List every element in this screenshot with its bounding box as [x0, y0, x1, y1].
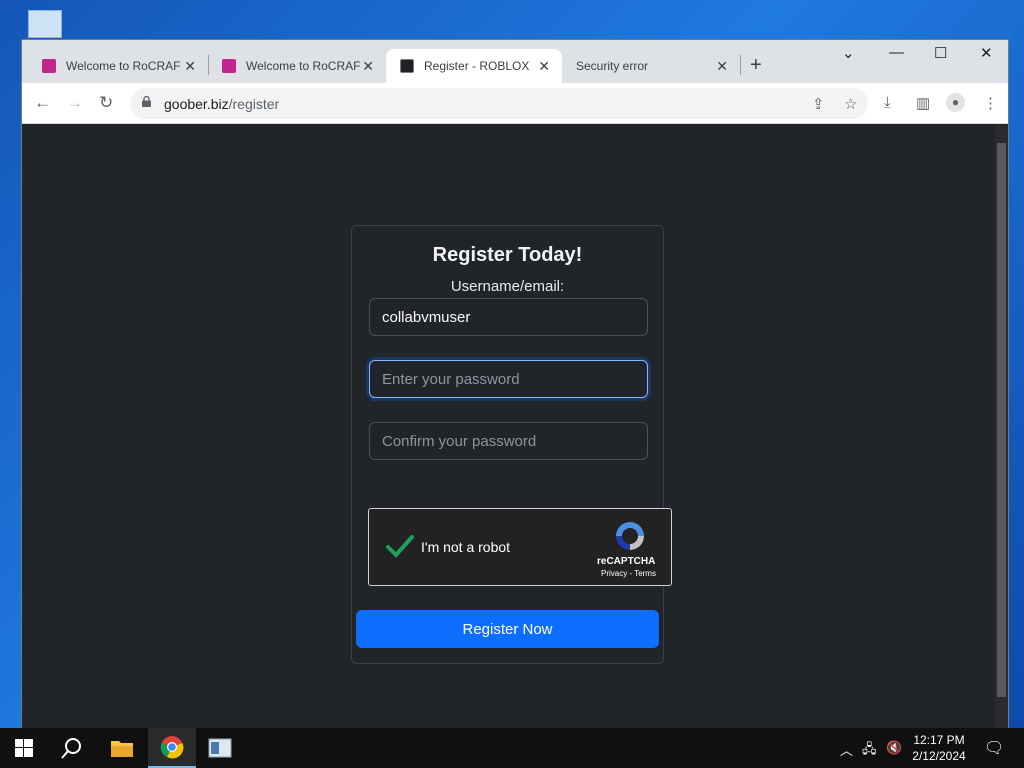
menu-kebab-icon[interactable]: ⋮: [983, 94, 998, 112]
new-tab-button[interactable]: +: [750, 54, 762, 77]
recaptcha-logo-icon: [616, 522, 644, 550]
system-clock[interactable]: 12:17 PM 2/12/2024: [906, 732, 972, 764]
close-tab-icon[interactable]: ✕: [362, 58, 374, 75]
username-label: Username/email:: [450, 278, 565, 295]
search-icon: [61, 738, 81, 759]
clock-date: 2/12/2024: [912, 749, 966, 763]
confirm-password-input[interactable]: [369, 422, 648, 460]
tab-search-chevron-icon[interactable]: ⌄: [842, 44, 855, 62]
file-explorer-button[interactable]: [98, 728, 146, 768]
tab-label: Register - ROBLOX: [424, 59, 530, 73]
profile-avatar-icon[interactable]: ●: [946, 93, 965, 112]
browser-toolbar: ← → ↻ goober.biz/register ⇪ ☆ ⤓ ▥ ● ⋮: [22, 83, 1008, 124]
tab-label: Welcome to RoCRAFT: [246, 59, 360, 73]
tab-security-error[interactable]: Security error ✕: [562, 49, 740, 83]
folder-icon: [111, 741, 133, 757]
close-tab-icon[interactable]: ✕: [184, 58, 196, 75]
network-icon[interactable]: 🖧: [862, 740, 877, 762]
recaptcha-widget: I'm not a robot reCAPTCHA Privacy - Term…: [368, 508, 672, 586]
page-viewport: Register Today! Username/email: I'm not …: [22, 125, 1008, 729]
clock-time: 12:17 PM: [913, 733, 965, 747]
recaptcha-brand: reCAPTCHA: [597, 556, 656, 567]
tab-label: Welcome to RoCRAFT: [66, 59, 180, 73]
tab-strip: Welcome to RoCRAFT ✕ Welcome to RoCRAFT …: [22, 40, 1008, 83]
register-favicon-icon: [400, 59, 414, 73]
recaptcha-privacy-terms[interactable]: Privacy - Terms: [601, 569, 656, 578]
address-bar[interactable]: goober.biz/register ⇪ ☆: [130, 88, 868, 119]
username-input[interactable]: [369, 298, 648, 336]
download-icon[interactable]: ⤓: [884, 94, 891, 111]
forward-arrow-icon[interactable]: →: [66, 93, 83, 113]
url-host: goober.biz: [164, 96, 229, 112]
show-hidden-icons-chevron-icon[interactable]: ︿: [840, 740, 853, 759]
volume-muted-icon[interactable]: 🔇: [886, 740, 902, 756]
search-button[interactable]: [48, 728, 96, 768]
reload-icon[interactable]: ↻: [99, 93, 113, 113]
lock-icon: [142, 96, 151, 107]
tab-welcome-2[interactable]: Welcome to RoCRAFT ✕: [208, 49, 386, 83]
bookmark-star-icon[interactable]: ☆: [844, 95, 857, 113]
app-taskbar-button[interactable]: [196, 728, 244, 768]
url-path: /register: [228, 96, 280, 112]
chrome-icon: [160, 736, 184, 759]
close-tab-icon[interactable]: ✕: [716, 58, 728, 75]
page-scrollbar[interactable]: [995, 125, 1008, 729]
browser-window: Welcome to RoCRAFT ✕ Welcome to RoCRAFT …: [21, 39, 1009, 729]
close-tab-icon[interactable]: ✕: [538, 58, 550, 75]
notifications-icon[interactable]: 🗨: [984, 738, 1004, 758]
roblox-favicon-icon: [222, 59, 236, 73]
start-button[interactable]: [0, 728, 48, 768]
scrollbar-thumb[interactable]: [997, 143, 1006, 697]
window-app-icon: [208, 738, 232, 758]
share-icon[interactable]: ⇪: [812, 95, 825, 113]
taskbar: ︿ 🖧 🔇 12:17 PM 2/12/2024 🗨: [0, 728, 1024, 768]
password-input[interactable]: [369, 360, 648, 398]
tab-register[interactable]: Register - ROBLOX ✕: [386, 49, 562, 83]
windows-logo-icon: [15, 739, 33, 757]
close-window-button[interactable]: ✕: [980, 44, 993, 62]
url-text: goober.biz/register: [164, 96, 279, 112]
tab-label: Security error: [576, 59, 649, 73]
captcha-label: I'm not a robot: [421, 539, 511, 555]
register-title: Register Today!: [432, 244, 583, 266]
roblox-favicon-icon: [42, 59, 56, 73]
tab-separator: [740, 55, 741, 75]
register-card: Register Today! Username/email: I'm not …: [351, 225, 672, 664]
chrome-taskbar-button[interactable]: [148, 728, 196, 768]
register-now-button[interactable]: Register Now: [356, 610, 659, 648]
recycle-bin-icon[interactable]: [28, 10, 62, 38]
tab-welcome-1[interactable]: Welcome to RoCRAFT ✕: [28, 49, 208, 83]
back-arrow-icon[interactable]: ←: [34, 93, 51, 113]
captcha-checkmark-icon[interactable]: [385, 531, 415, 561]
side-panel-icon[interactable]: ▥: [916, 94, 930, 112]
minimize-button[interactable]: —: [889, 44, 904, 61]
maximize-button[interactable]: ☐: [934, 44, 947, 62]
